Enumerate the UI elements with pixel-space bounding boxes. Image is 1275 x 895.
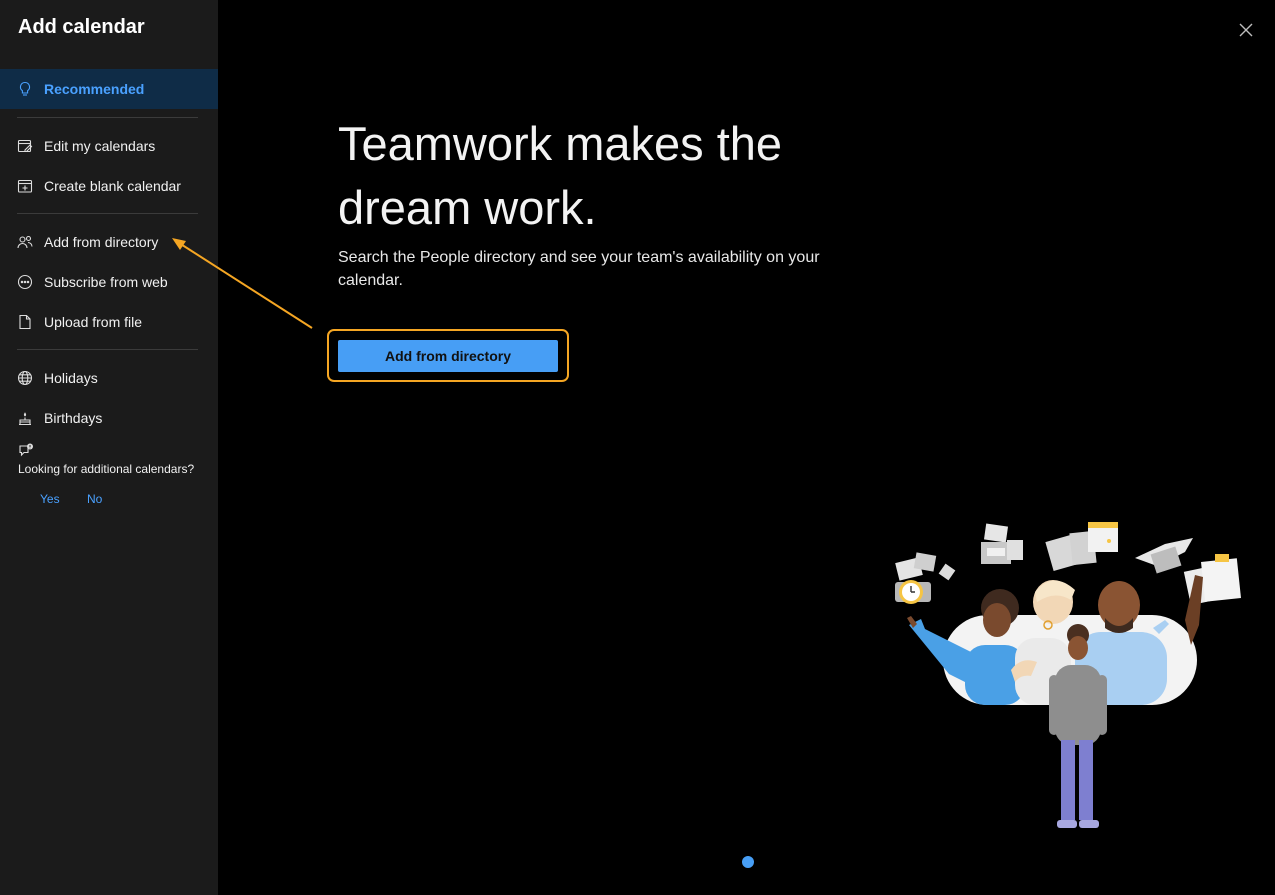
sidebar-item-edit-my-calendars[interactable]: Edit my calendars	[0, 126, 218, 166]
sidebar-item-label: Recommended	[44, 81, 145, 97]
sidebar-item-label: Add from directory	[44, 234, 159, 250]
sidebar-item-birthdays[interactable]: Birthdays	[0, 398, 218, 438]
sidebar-item-create-blank-calendar[interactable]: Create blank calendar	[0, 166, 218, 206]
people-icon	[17, 234, 33, 250]
feedback-question: Looking for additional calendars?	[18, 462, 195, 476]
divider	[17, 349, 198, 350]
document-icon	[17, 314, 33, 330]
sidebar-title: Add calendar	[18, 16, 145, 38]
sidebar-item-label: Birthdays	[44, 410, 103, 426]
feedback-icon	[18, 443, 34, 459]
page-description: Search the People directory and see your…	[338, 249, 820, 289]
sidebar-item-holidays[interactable]: Holidays	[0, 358, 218, 398]
add-from-directory-button[interactable]: Add from directory	[338, 340, 558, 372]
lightbulb-icon	[17, 81, 33, 97]
sidebar-item-upload-from-file[interactable]: Upload from file	[0, 302, 218, 342]
sidebar-item-label: Subscribe from web	[44, 274, 168, 290]
sidebar-item-label: Holidays	[44, 370, 98, 386]
feedback-yes-link[interactable]: Yes	[40, 492, 60, 506]
cake-icon	[17, 410, 33, 426]
sidebar-item-label: Edit my calendars	[44, 138, 156, 154]
sidebar-item-add-from-directory[interactable]: Add from directory	[0, 222, 218, 262]
feedback-no-link[interactable]: No	[87, 492, 102, 506]
link-icon	[17, 274, 33, 290]
page-title: Teamwork makes the dream work.	[338, 117, 783, 234]
sidebar-item-subscribe-from-web[interactable]: Subscribe from web	[0, 262, 218, 302]
sidebar-item-label: Upload from file	[44, 314, 143, 330]
sidebar: Add calendar Recommended Edit my calenda…	[0, 0, 218, 895]
close-button[interactable]	[1236, 20, 1256, 40]
clock-icon	[895, 580, 931, 604]
add-calendar-icon	[17, 178, 33, 194]
pager-dot[interactable]	[742, 856, 754, 868]
divider	[17, 117, 198, 118]
sidebar-item-label: Create blank calendar	[44, 178, 181, 194]
sidebar-item-recommended[interactable]: Recommended	[0, 69, 218, 109]
close-icon	[1239, 23, 1253, 37]
teamwork-illustration	[895, 522, 1241, 828]
globe-icon	[17, 370, 33, 386]
edit-calendar-icon	[17, 138, 33, 154]
divider	[17, 213, 198, 214]
